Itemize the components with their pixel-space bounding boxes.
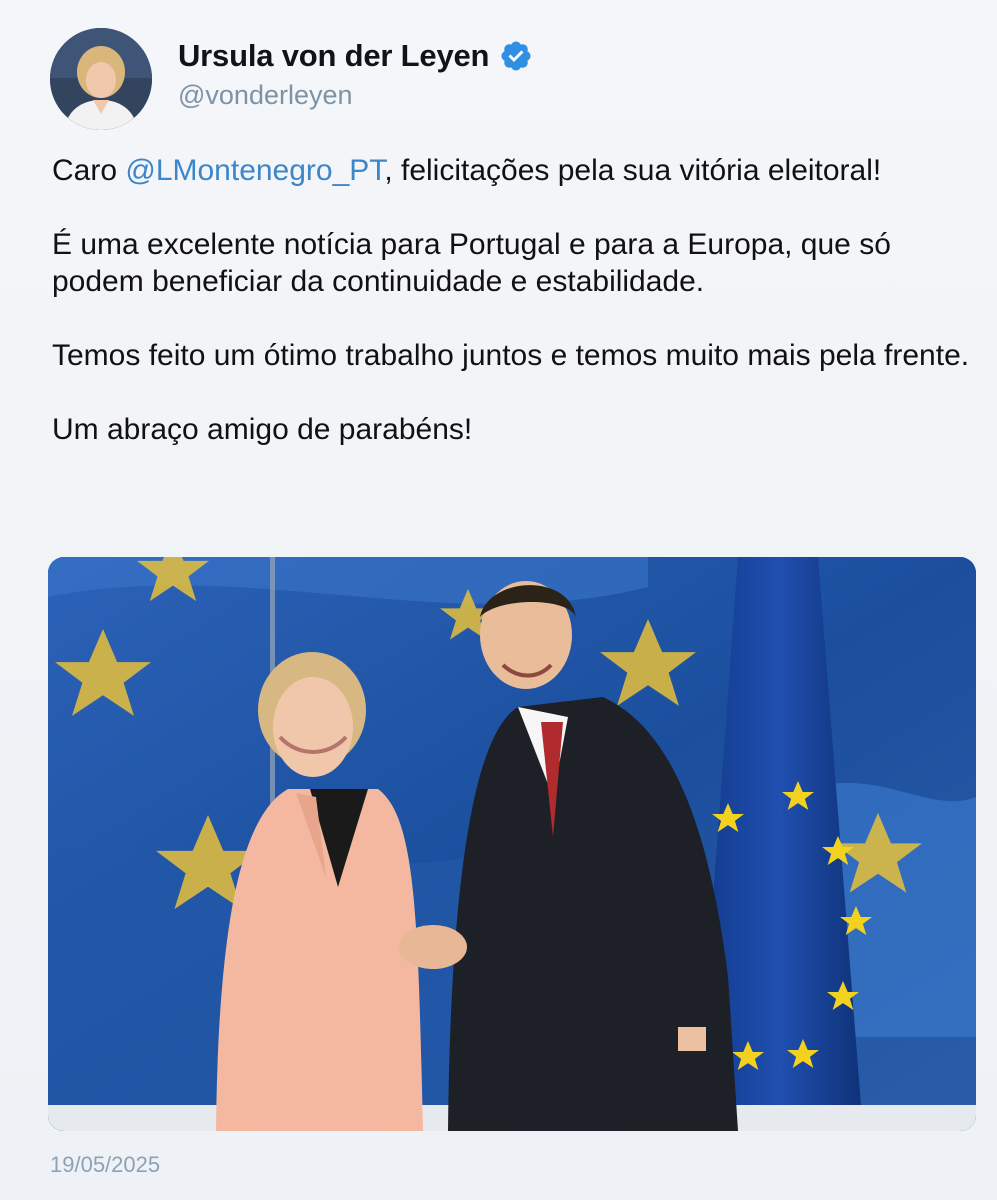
- mention-link[interactable]: @LMontenegro_PT: [125, 154, 384, 187]
- tweet-text-segment: , felicitações pela sua vitória eleitora…: [384, 154, 882, 187]
- author-name[interactable]: Ursula von der Leyen: [178, 38, 489, 74]
- tweet-card: Ursula von der Leyen @vonderleyen Caro @…: [0, 0, 997, 1200]
- author-handle[interactable]: @vonderleyen: [178, 80, 353, 111]
- avatar[interactable]: [50, 28, 152, 130]
- tweet-paragraph-1: Caro @LMontenegro_PT, felicitações pela …: [52, 152, 972, 189]
- tweet-photo[interactable]: [48, 557, 976, 1131]
- tweet-paragraph-3: Temos feito um ótimo trabalho juntos e t…: [52, 339, 970, 372]
- photo-image: [48, 557, 976, 1131]
- tweet-date[interactable]: 19/05/2025: [50, 1152, 160, 1178]
- author-row: Ursula von der Leyen: [178, 38, 533, 74]
- avatar-image: [50, 28, 152, 130]
- tweet-paragraph-2: É uma excelente notícia para Portugal e …: [52, 228, 891, 298]
- tweet-paragraph-4: Um abraço amigo de parabéns!: [52, 413, 473, 446]
- tweet-text-segment: Caro: [52, 154, 126, 187]
- verified-badge-icon: [501, 41, 531, 71]
- tweet-text: Caro @LMontenegro_PT, felicitações pela …: [52, 152, 972, 485]
